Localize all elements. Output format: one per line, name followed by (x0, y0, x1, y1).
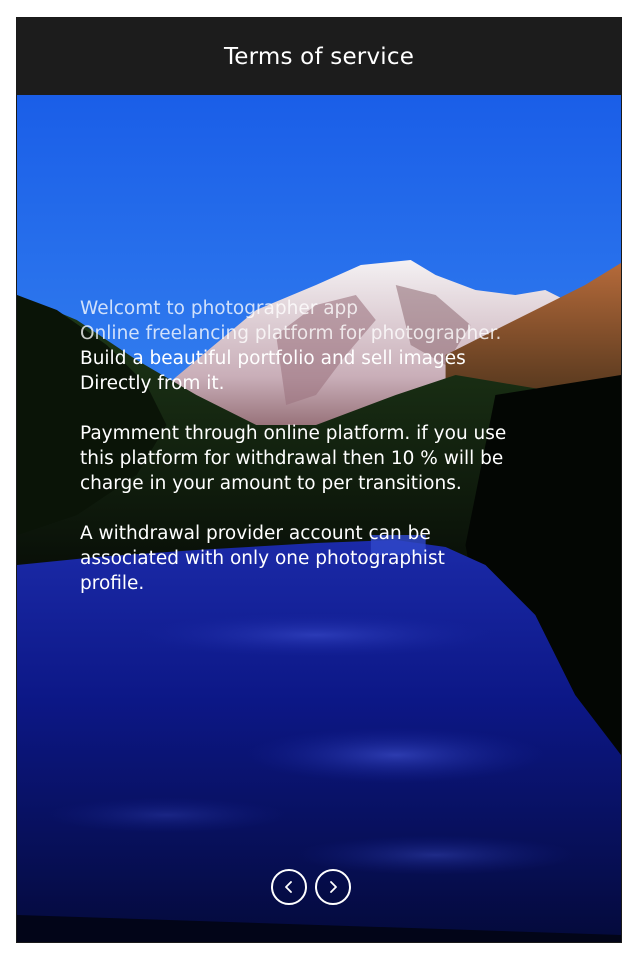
app-frame: Terms of service Welcomt to photographer… (16, 17, 622, 943)
terms-line: charge in your amount to per transitions… (80, 473, 462, 494)
terms-line: Build a beautiful portfolio and sell ima… (80, 348, 466, 369)
chevron-right-icon (330, 881, 337, 893)
chevron-left-icon (285, 881, 292, 893)
previous-button[interactable] (271, 869, 307, 905)
terms-paragraph-account: A withdrawal provider account can be ass… (80, 521, 550, 596)
pager-navigation (271, 869, 351, 905)
terms-paragraph-payment: Paymment through online platform. if you… (80, 421, 550, 496)
terms-content: Welcomt to photographer app Online freel… (80, 296, 550, 621)
next-button[interactable] (315, 869, 351, 905)
terms-line: profile. (80, 573, 145, 594)
terms-line: Welcomt to photographer app (80, 298, 359, 319)
page-title: Terms of service (223, 43, 415, 70)
terms-paragraph-welcome: Welcomt to photographer app Online freel… (80, 296, 550, 396)
terms-line: Paymment through online platform. if you… (80, 423, 507, 444)
header-bar: Terms of service (17, 18, 621, 95)
terms-line: Directly from it. (80, 373, 225, 394)
terms-line: associated with only one photographist (80, 548, 445, 569)
terms-line: this platform for withdrawal then 10 % w… (80, 448, 504, 469)
terms-line: Online freelancing platform for photogra… (80, 323, 502, 344)
terms-line: A withdrawal provider account can be (80, 523, 431, 544)
